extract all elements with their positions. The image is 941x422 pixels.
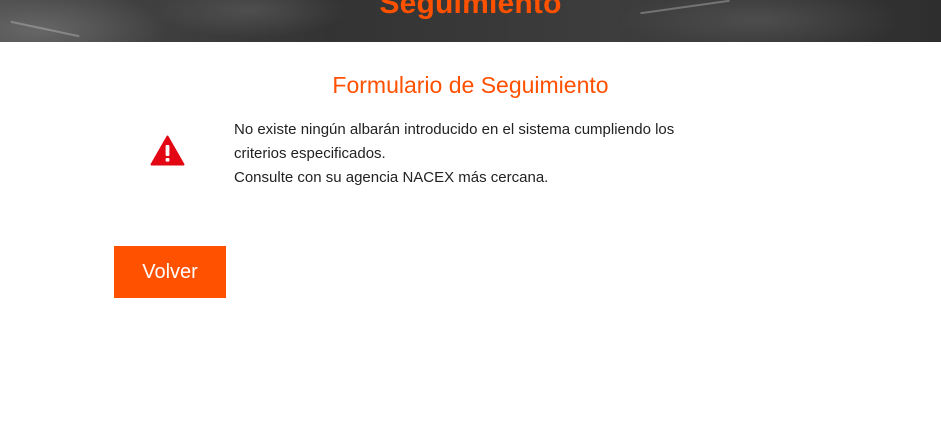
header-banner: Seguimiento bbox=[0, 0, 941, 42]
error-message-line: No existe ningún albarán introducido en … bbox=[234, 121, 675, 138]
form-title: Formulario de Seguimiento bbox=[332, 72, 609, 98]
back-button[interactable]: Volver bbox=[114, 246, 226, 298]
page: Seguimiento Formulario de Seguimiento No… bbox=[0, 0, 941, 422]
error-message-line: Consulte con su agencia NACEX más cercan… bbox=[234, 169, 549, 186]
error-message: No existe ningún albarán introducido en … bbox=[234, 118, 754, 190]
error-message-line: criterios especificados. bbox=[234, 145, 386, 162]
warning-triangle-icon bbox=[150, 135, 185, 166]
page-title: Seguimiento bbox=[379, 0, 562, 20]
